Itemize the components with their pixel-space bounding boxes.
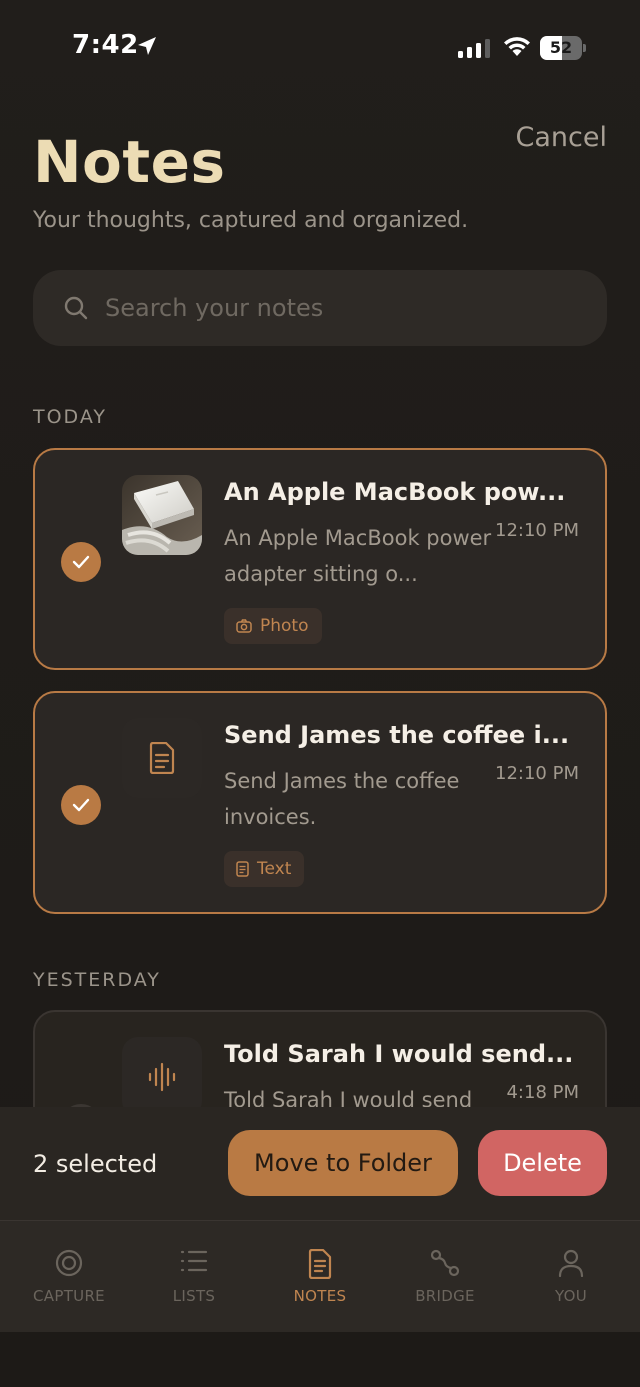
list-icon [180, 1250, 208, 1272]
page-title: Notes [33, 128, 226, 196]
delete-button[interactable]: Delete [478, 1130, 607, 1196]
tab-capture[interactable]: CAPTURE [5, 1221, 133, 1333]
home-indicator-area [0, 1332, 640, 1387]
cellular-signal-icon [458, 39, 490, 58]
section-label-yesterday: YESTERDAY [33, 969, 161, 991]
note-title: Told Sarah I would send... [224, 1040, 574, 1068]
page-subtitle: Your thoughts, captured and organized. [33, 208, 469, 233]
note-time: 4:18 PM [506, 1082, 579, 1103]
tab-you[interactable]: YOU [507, 1221, 635, 1333]
battery-percent: 52 [549, 38, 573, 57]
note-card[interactable]: An Apple MacBook pow... An Apple MacBook… [33, 448, 607, 670]
battery-indicator: 52 [540, 36, 586, 60]
notes-screen: 7:42 52 Cancel Notes Your thoughts, capt… [0, 0, 640, 1387]
status-bar: 7:42 52 [0, 0, 640, 95]
tab-label: NOTES [293, 1287, 347, 1305]
tab-lists[interactable]: LISTS [130, 1221, 258, 1333]
search-icon [64, 296, 88, 320]
person-icon [558, 1249, 584, 1277]
selection-action-bar: 2 selected Move to Folder Delete [0, 1107, 640, 1220]
note-photo-thumbnail [122, 475, 202, 555]
selected-check-icon[interactable] [61, 785, 101, 825]
tab-label: CAPTURE [33, 1287, 105, 1305]
note-type-tile [122, 718, 202, 798]
note-tag-label: Text [257, 859, 292, 879]
wifi-icon [504, 37, 530, 56]
document-icon [236, 861, 249, 877]
selected-check-icon[interactable] [61, 542, 101, 582]
capture-icon [55, 1249, 83, 1277]
note-type-tile [122, 1037, 202, 1117]
document-icon [149, 742, 175, 774]
note-title: An Apple MacBook pow... [224, 478, 566, 506]
status-time: 7:42 [72, 30, 139, 60]
search-input[interactable] [105, 270, 585, 346]
notes-icon [308, 1249, 332, 1279]
tab-label: LISTS [172, 1287, 216, 1305]
tab-bar: CAPTURE LISTS NOTES BRIDGE YOU [0, 1220, 640, 1332]
bridge-icon [430, 1249, 460, 1277]
cancel-button[interactable]: Cancel [516, 122, 607, 153]
note-title: Send James the coffee i... [224, 721, 570, 749]
note-time: 12:10 PM [495, 520, 579, 541]
selected-count: 2 selected [33, 1150, 158, 1178]
note-card[interactable]: Send James the coffee i... Send James th… [33, 691, 607, 914]
section-label-today: TODAY [33, 406, 107, 428]
note-tag-label: Photo [260, 616, 309, 636]
camera-icon [236, 619, 252, 633]
waveform-icon [148, 1062, 176, 1092]
tab-label: YOU [554, 1287, 588, 1305]
location-arrow-icon [138, 37, 156, 55]
tab-label: BRIDGE [415, 1287, 475, 1305]
note-preview: An Apple MacBook power adapter sitting o… [224, 526, 492, 586]
tab-bridge[interactable]: BRIDGE [381, 1221, 509, 1333]
note-time: 12:10 PM [495, 763, 579, 784]
note-type-tag: Photo [224, 608, 322, 644]
note-type-tag: Text [224, 851, 305, 887]
search-bar[interactable] [33, 270, 607, 346]
tab-notes[interactable]: NOTES [256, 1221, 384, 1333]
move-to-folder-button[interactable]: Move to Folder [228, 1130, 458, 1196]
note-preview: Send James the coffee invoices. [224, 769, 460, 829]
